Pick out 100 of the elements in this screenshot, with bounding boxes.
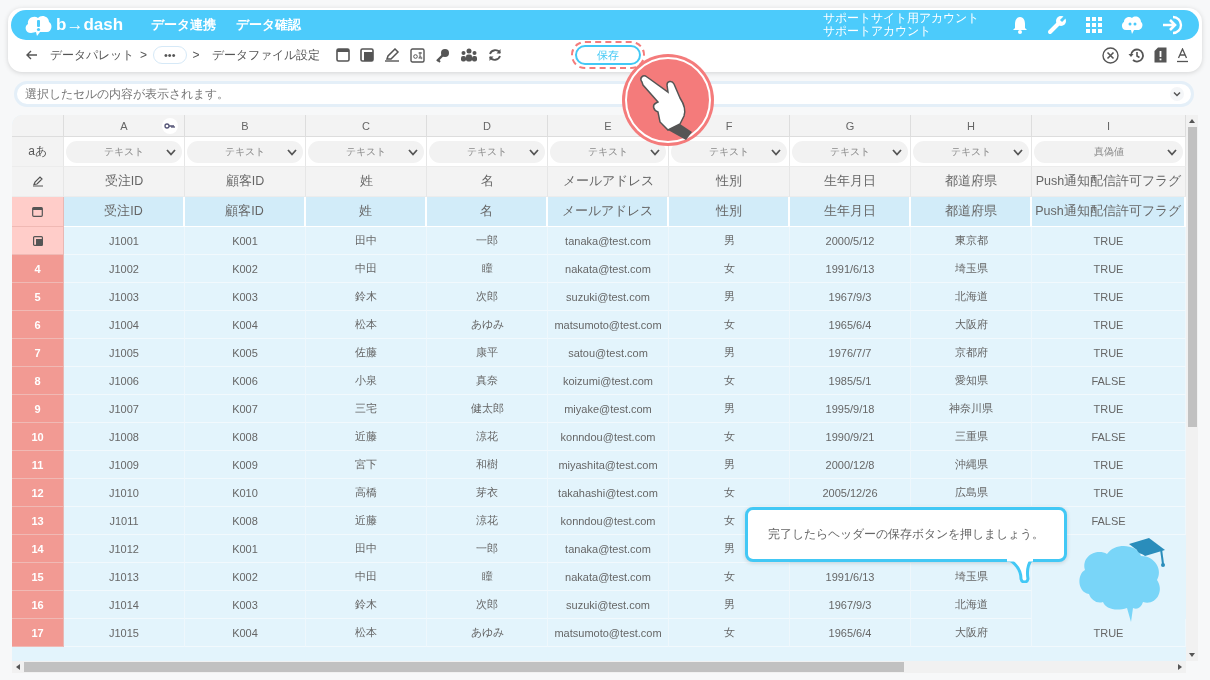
table-cell: K001 — [185, 227, 306, 255]
type-dropdown[interactable]: テキスト — [792, 140, 908, 163]
table-cell: K010 — [185, 479, 306, 507]
table-cell: J1011 — [64, 507, 185, 535]
breadcrumb-link[interactable]: データパレット — [50, 46, 134, 64]
type-dropdown[interactable]: テキスト — [550, 140, 666, 163]
chevron-down-icon — [166, 148, 176, 156]
column-header: D — [427, 115, 548, 137]
column-name-cell: 受注ID — [64, 167, 185, 197]
table-cell: 高橋 — [306, 479, 427, 507]
scrollbar-thumb[interactable] — [24, 662, 904, 672]
column-name-cell: 顧客ID — [185, 167, 306, 197]
column-header: A — [120, 119, 128, 132]
table-cell: 女 — [669, 563, 790, 591]
back-arrow-icon[interactable] — [26, 50, 38, 60]
table-cell: nakata@test.com — [548, 563, 669, 591]
close-circle-icon[interactable] — [1102, 46, 1119, 64]
save-button[interactable]: 保存 — [574, 45, 641, 66]
chevron-down-icon[interactable] — [1170, 87, 1184, 101]
table-cell: J1003 — [64, 283, 185, 311]
type-dropdown[interactable]: テキスト — [913, 140, 1029, 163]
nav-link[interactable]: データ確認 — [236, 16, 302, 34]
table-cell: J1012 — [64, 535, 185, 563]
refresh-icon[interactable] — [487, 48, 502, 62]
table-cell: 和樹 — [427, 451, 548, 479]
text-format-icon[interactable] — [1176, 47, 1189, 63]
table-cell: 2000/12/8 — [790, 451, 911, 479]
table-cell: takahashi@test.com — [548, 479, 669, 507]
row-number: 16 — [12, 591, 64, 619]
chevron-down-icon — [1167, 148, 1177, 156]
scroll-right-arrow-icon[interactable] — [1178, 664, 1182, 670]
table-cell: 1965/6/4 — [790, 619, 911, 647]
table-cell: K002 — [185, 563, 306, 591]
window-icon[interactable] — [335, 48, 350, 62]
history-icon[interactable] — [1128, 46, 1145, 64]
account-site-label: サポートサイト用アカウント — [823, 12, 979, 25]
row-number: 7 — [12, 339, 64, 367]
table-cell: 真奈 — [427, 367, 548, 395]
table-cell: 一郎 — [427, 227, 548, 255]
key-icon[interactable] — [162, 118, 178, 134]
horizontal-scrollbar[interactable] — [12, 661, 1186, 673]
logo-text: b→dash — [56, 15, 124, 35]
table-cell: K002 — [185, 255, 306, 283]
scroll-up-arrow-icon[interactable] — [1189, 119, 1195, 123]
table-header-cell: Push通知配信許可フラグ — [1032, 197, 1186, 227]
people-icon[interactable] — [459, 48, 478, 62]
type-dropdown[interactable]: テキスト — [671, 140, 787, 163]
pencil-edit-icon[interactable] — [383, 48, 400, 62]
table-cell: 田中 — [306, 227, 427, 255]
type-dropdown[interactable]: テキスト — [187, 140, 303, 163]
row-number: 15 — [12, 563, 64, 591]
type-dropdown[interactable]: 真偽値 — [1034, 140, 1183, 163]
type-dropdown[interactable]: テキスト — [308, 140, 424, 163]
row-number: 17 — [12, 619, 64, 647]
scroll-left-arrow-icon[interactable] — [16, 664, 20, 670]
table-cell: K008 — [185, 507, 306, 535]
table-cell: J1004 — [64, 311, 185, 339]
table-cell: 田中 — [306, 535, 427, 563]
more-button[interactable]: ••• — [153, 46, 187, 64]
bubble-tail-icon — [1007, 559, 1033, 583]
table-cell: 佐藤 — [306, 339, 427, 367]
table-header-cell: メールアドレス — [548, 197, 669, 227]
row-number: 9 — [12, 395, 64, 423]
table-cell: 涼花 — [427, 507, 548, 535]
type-dropdown[interactable]: テキスト — [66, 140, 182, 163]
chevron-down-icon — [408, 148, 418, 156]
table-cell: J1006 — [64, 367, 185, 395]
document-alert-icon[interactable] — [1154, 47, 1167, 63]
table-cell: 女 — [669, 311, 790, 339]
formula-bar-field[interactable]: 選択したセルの内容が表示されます。 — [14, 81, 1194, 107]
key-icon[interactable] — [434, 47, 450, 63]
vertical-scrollbar[interactable] — [1186, 115, 1198, 661]
nav-link[interactable]: データ連携 — [151, 16, 217, 34]
scrollbar-thumb[interactable] — [1187, 127, 1197, 427]
table-cell: 神奈川県 — [911, 395, 1032, 423]
text-type-icon[interactable] — [409, 47, 425, 63]
sheet-icon — [32, 235, 43, 246]
table-cell: J1008 — [64, 423, 185, 451]
column-header: C — [306, 115, 427, 137]
table-cell: 女 — [669, 479, 790, 507]
type-dropdown[interactable]: テキスト — [429, 140, 545, 163]
table-cell: TRUE — [1032, 395, 1186, 423]
breadcrumb-current: データファイル設定 — [211, 46, 320, 64]
table-cell: K003 — [185, 591, 306, 619]
table-cell: 1991/6/13 — [790, 563, 911, 591]
row-number: 11 — [12, 451, 64, 479]
table-cell: J1005 — [64, 339, 185, 367]
table-cell: 広島県 — [911, 479, 1032, 507]
table-cell: 男 — [669, 591, 790, 619]
table-cell: konndou@test.com — [548, 507, 669, 535]
table-cell: 宮下 — [306, 451, 427, 479]
panel-icon[interactable] — [359, 48, 374, 62]
table-cell: TRUE — [1032, 451, 1186, 479]
table-cell: tanaka@test.com — [548, 227, 669, 255]
column-name-cell: 生年月日 — [790, 167, 911, 197]
scroll-down-arrow-icon[interactable] — [1189, 653, 1195, 657]
table-cell: 鈴木 — [306, 591, 427, 619]
row-number: 5 — [12, 283, 64, 311]
breadcrumb-separator: > — [192, 48, 200, 62]
table-cell: suzuki@test.com — [548, 591, 669, 619]
